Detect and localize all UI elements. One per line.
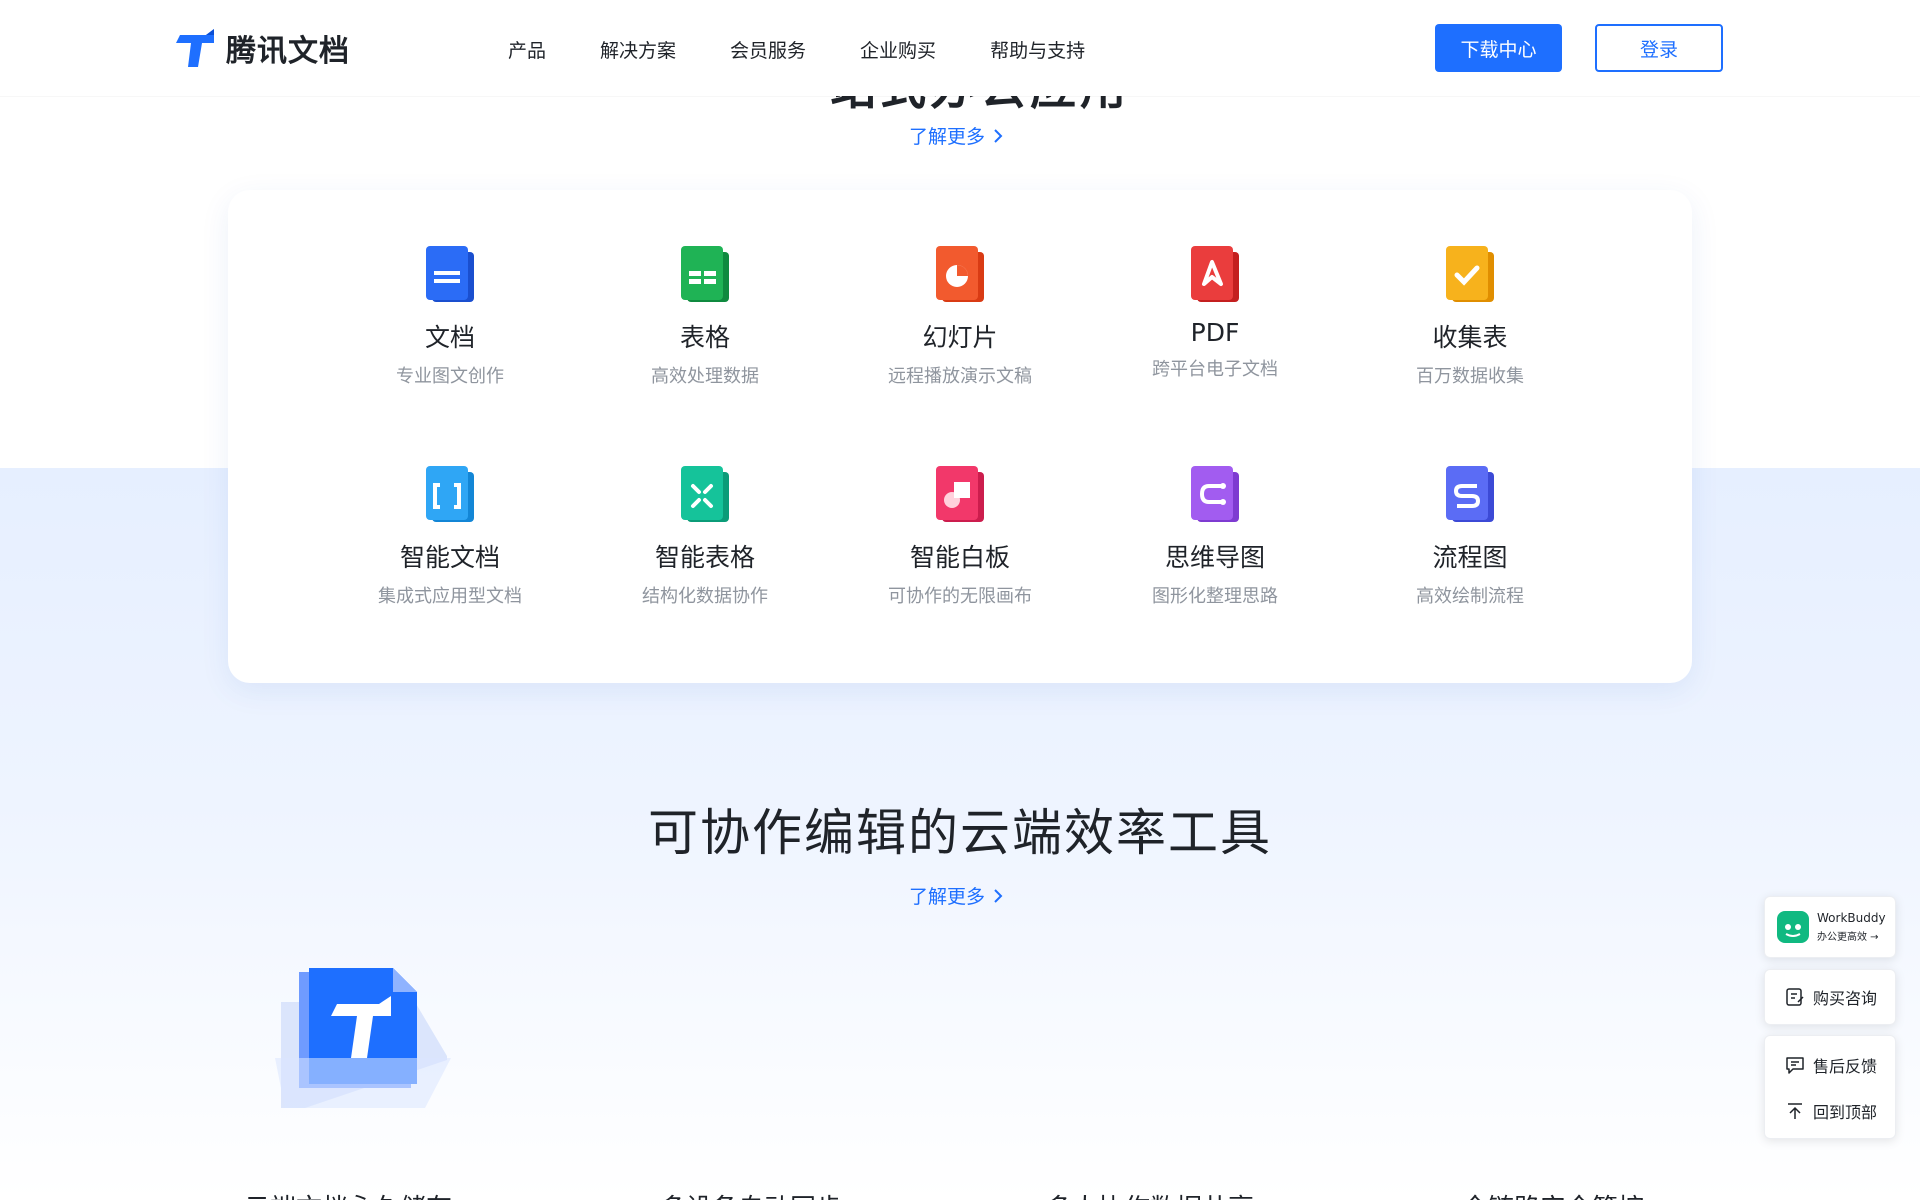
after-sales-feedback-button[interactable]: 售后反馈 <box>1765 1042 1895 1088</box>
product-doc[interactable]: 文档 专业图文创作 <box>330 244 570 388</box>
learn-more-label: 了解更多 <box>909 886 986 908</box>
product-desc: 专业图文创作 <box>396 366 504 387</box>
sheet-icon <box>681 246 729 302</box>
product-name: 表格 <box>679 323 730 352</box>
workbuddy-icon <box>1777 911 1809 943</box>
product-smart-doc[interactable]: 智能文档 集成式应用型文档 <box>330 464 570 608</box>
form-icon <box>1446 246 1494 302</box>
after-sales-label: 售后反馈 <box>1813 1057 1878 1076</box>
product-name: 幻灯片 <box>922 323 998 352</box>
product-name: 收集表 <box>1432 323 1508 352</box>
smart-sheet-icon <box>681 466 729 522</box>
smart-doc-icon <box>426 466 474 522</box>
top-nav-bar: 腾讯文档 产品 解决方案 会员服务 企业购买 帮助与支持 下载中心 登录 <box>0 0 1920 96</box>
product-desc: 结构化数据协作 <box>642 586 768 607</box>
flowchart-icon <box>1446 466 1494 522</box>
main-nav: 产品 解决方案 会员服务 企业购买 帮助与支持 <box>508 36 1139 63</box>
feature-title-4: 全链路安全管控 <box>1462 1188 1644 1200</box>
product-desc: 集成式应用型文档 <box>378 586 522 607</box>
nav-item-help[interactable]: 帮助与支持 <box>990 36 1085 63</box>
learn-more-link-collab[interactable]: 了解更多 <box>909 882 1003 909</box>
product-name: 智能白板 <box>909 543 1010 572</box>
support-widget-group: 售后反馈 回到顶部 <box>1764 1035 1896 1139</box>
workbuddy-subtitle: 办公更高效 → <box>1817 932 1879 943</box>
product-name: 文档 <box>424 323 475 352</box>
feature-title-2: 多设备自动同步 <box>660 1188 842 1200</box>
arrow-up-icon <box>1788 1103 1802 1119</box>
product-slide[interactable]: 幻灯片 远程播放演示文稿 <box>840 244 1080 388</box>
feature-title-3: 多人协作数据共享 <box>1046 1188 1254 1200</box>
product-smart-sheet[interactable]: 智能表格 结构化数据协作 <box>585 464 825 608</box>
chat-bubble-icon <box>1786 1057 1804 1074</box>
nav-item-membership[interactable]: 会员服务 <box>730 36 806 63</box>
download-center-button[interactable]: 下载中心 <box>1435 24 1562 72</box>
product-whiteboard[interactable]: 智能白板 可协作的无限画布 <box>840 464 1080 608</box>
product-grid-card: 文档 专业图文创作 表格 高效处理数据 幻灯片 远程播放演示文稿 PDF 跨平台… <box>228 190 1692 683</box>
nav-item-solutions[interactable]: 解决方案 <box>600 36 676 63</box>
tencent-docs-logo-icon <box>176 29 214 67</box>
product-sheet[interactable]: 表格 高效处理数据 <box>585 244 825 388</box>
product-desc: 图形化整理思路 <box>1152 586 1278 607</box>
product-name: 流程图 <box>1432 543 1508 572</box>
product-name: 智能表格 <box>654 543 755 572</box>
nav-item-enterprise[interactable]: 企业购买 <box>860 36 936 63</box>
product-desc: 跨平台电子文档 <box>1152 359 1278 380</box>
learn-more-label: 了解更多 <box>909 126 986 148</box>
brand-name: 腾讯文档 <box>226 34 350 69</box>
whiteboard-icon <box>936 466 984 522</box>
collab-section-title: 可协作编辑的云端效率工具 <box>648 804 1272 862</box>
product-desc: 高效绘制流程 <box>1416 586 1524 607</box>
product-pdf[interactable]: PDF 跨平台电子文档 <box>1095 244 1335 381</box>
product-name: 思维导图 <box>1164 543 1265 572</box>
product-name: 智能文档 <box>399 543 500 572</box>
workbuddy-widget[interactable]: WorkBuddy 办公更高效 → <box>1764 896 1896 958</box>
pdf-icon <box>1191 246 1239 302</box>
product-desc: 可协作的无限画布 <box>888 586 1032 607</box>
login-button[interactable]: 登录 <box>1595 24 1723 72</box>
buy-consult-button[interactable]: 购买咨询 <box>1764 969 1896 1025</box>
slide-icon <box>936 246 984 302</box>
workbuddy-name: WorkBuddy <box>1817 911 1886 925</box>
feature-title-1: 云端文档永久储存 <box>244 1188 452 1200</box>
product-flowchart[interactable]: 流程图 高效绘制流程 <box>1350 464 1590 608</box>
product-name: PDF <box>1190 318 1240 347</box>
product-desc: 远程播放演示文稿 <box>888 366 1032 387</box>
doc-icon <box>426 246 474 302</box>
chevron-right-icon <box>994 128 1003 143</box>
page: 一站式办公应用 腾讯文档 产品 解决方案 会员服务 企业购买 帮助与支持 下载中… <box>0 0 1920 1200</box>
chevron-right-icon <box>994 888 1003 903</box>
back-to-top-button[interactable]: 回到顶部 <box>1765 1088 1895 1134</box>
product-mindmap[interactable]: 思维导图 图形化整理思路 <box>1095 464 1335 608</box>
product-form[interactable]: 收集表 百万数据收集 <box>1350 244 1590 388</box>
mindmap-icon <box>1191 466 1239 522</box>
product-desc: 百万数据收集 <box>1416 366 1524 387</box>
product-desc: 高效处理数据 <box>651 366 759 387</box>
edit-note-icon <box>1786 988 1804 1006</box>
back-to-top-label: 回到顶部 <box>1813 1103 1878 1122</box>
learn-more-link-top[interactable]: 了解更多 <box>909 122 1003 149</box>
cloud-storage-illustration-icon <box>275 968 451 1108</box>
nav-item-products[interactable]: 产品 <box>508 36 546 63</box>
buy-consult-label: 购买咨询 <box>1813 989 1878 1008</box>
brand-logo[interactable]: 腾讯文档 <box>176 28 350 69</box>
